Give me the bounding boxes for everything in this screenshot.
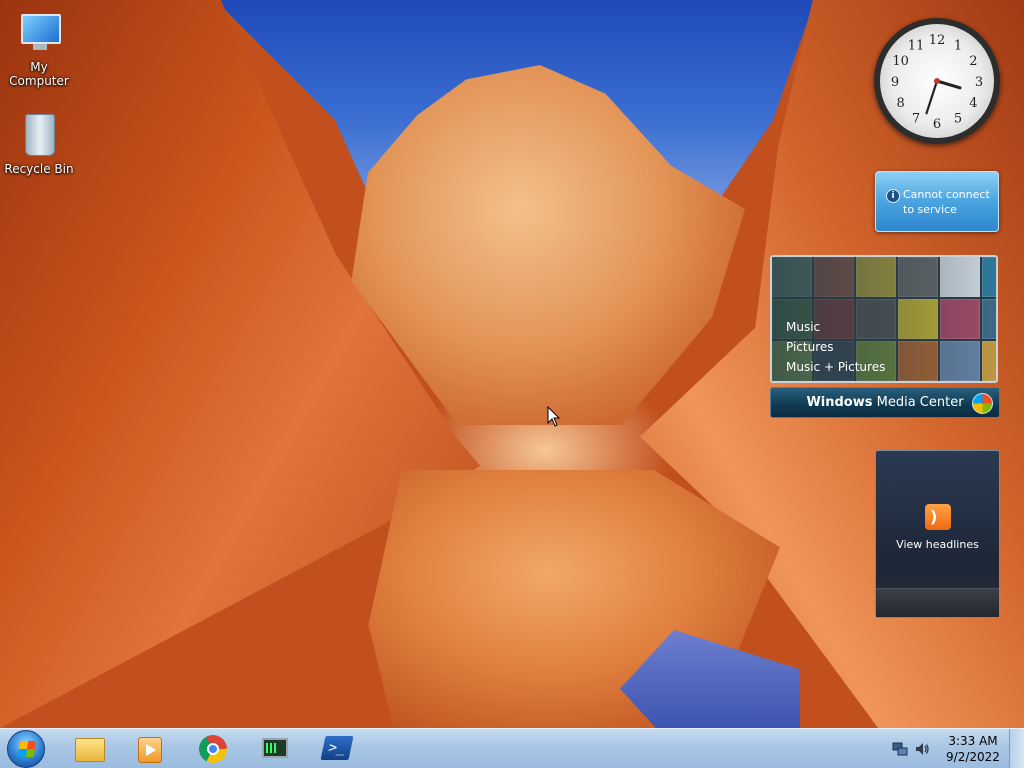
clock-number: 12 — [929, 33, 946, 48]
weather-message-line2: to service — [903, 203, 957, 216]
info-icon: i — [886, 189, 900, 203]
folder-icon — [75, 738, 105, 762]
chrome-icon — [199, 735, 227, 763]
show-desktop-button[interactable] — [1009, 729, 1024, 768]
clock-number: 11 — [908, 39, 925, 54]
media-menu-pictures[interactable]: Pictures — [786, 337, 885, 357]
taskbar-date: 9/2/2022 — [946, 750, 1000, 764]
clock-hour-hand — [935, 79, 962, 90]
desktop-icon-recycle-bin[interactable]: Recycle Bin — [0, 110, 79, 176]
taskbar-clock[interactable]: 3:33 AM 9/2/2022 — [940, 733, 1006, 765]
media-menu: Music Pictures Music + Pictures — [786, 317, 885, 377]
volume-icon[interactable] — [914, 741, 930, 757]
desktop-icon-label: My Computer — [9, 60, 69, 88]
clock-number: 1 — [954, 39, 962, 54]
clock-number: 2 — [969, 54, 977, 69]
taskbar-task-manager[interactable] — [258, 732, 292, 766]
clock-number: 9 — [891, 75, 899, 90]
computer-icon — [15, 8, 63, 56]
media-menu-music[interactable]: Music — [786, 317, 885, 337]
taskbar-media-player[interactable] — [132, 732, 166, 766]
clock-gadget[interactable]: 12 1 2 3 4 5 6 7 8 9 10 11 — [874, 18, 1000, 144]
network-icon[interactable] — [892, 741, 908, 757]
clock-number: 4 — [969, 96, 977, 111]
weather-message-line1: Cannot connect — [903, 188, 990, 201]
media-center-gadget[interactable]: Music Pictures Music + Pictures — [770, 255, 998, 383]
media-player-icon — [138, 737, 162, 763]
media-center-brand-rest: Media Center — [876, 395, 964, 410]
feed-headlines-gadget[interactable]: ) View headlines — [875, 450, 1000, 618]
clock-minute-hand — [925, 79, 939, 115]
view-headlines-link[interactable]: View headlines — [876, 538, 999, 551]
desktop-icon-label: Recycle Bin — [4, 162, 74, 176]
clock-number: 5 — [954, 111, 962, 126]
clock-center — [934, 78, 940, 84]
clock-number: 6 — [933, 117, 941, 132]
desktop-icon-my-computer[interactable]: My Computer — [0, 8, 79, 88]
windows-start-icon — [17, 741, 37, 757]
taskbar-chrome[interactable] — [196, 732, 230, 766]
media-center-brand-bar[interactable]: Windows Media Center — [770, 387, 1000, 418]
clock-number: 7 — [912, 111, 920, 126]
media-center-brand-bold: Windows — [806, 395, 873, 410]
clock-number: 10 — [892, 54, 909, 69]
weather-gadget[interactable]: i Cannot connect to service — [875, 171, 999, 232]
taskbar-powershell[interactable]: >_ — [320, 732, 354, 766]
taskbar: >_ 3:33 AM 9/2/2022 — [0, 728, 1024, 768]
recycle-bin-icon — [15, 110, 63, 158]
powershell-icon: >_ — [320, 736, 354, 760]
clock-face: 12 12 3 45678 9 1011 — [891, 33, 983, 132]
media-menu-music-pictures[interactable]: Music + Pictures — [786, 357, 885, 377]
clock-number: 3 — [975, 75, 983, 90]
task-manager-icon — [262, 738, 288, 758]
taskbar-windows-explorer[interactable] — [72, 732, 106, 766]
start-button[interactable] — [7, 730, 45, 768]
mouse-cursor-icon — [547, 406, 561, 427]
windows-logo-icon — [972, 393, 993, 414]
rss-icon: ) — [925, 504, 951, 530]
taskbar-time: 3:33 AM — [948, 734, 998, 748]
feeds-footer — [876, 588, 999, 617]
clock-number: 8 — [896, 96, 904, 111]
desktop-wallpaper: My Computer Recycle Bin 12 1 2 3 4 5 6 7 8 9 10 11 … — [0, 0, 1024, 728]
